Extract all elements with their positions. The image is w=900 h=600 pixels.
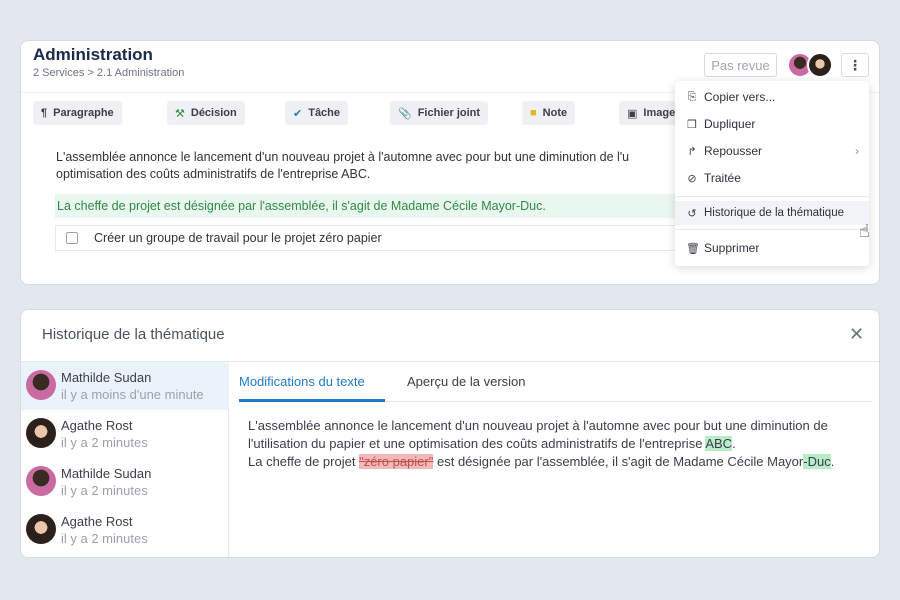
tab-text-changes[interactable]: Modifications du texte	[239, 374, 365, 389]
version-list: Mathilde Sudan il y a moins d'une minute…	[21, 362, 229, 557]
breadcrumb[interactable]: 2 Services > 2.1 Administration	[33, 67, 184, 79]
image-icon: ▣	[627, 107, 638, 120]
text-diff: L'assemblée annonce le lancement d'un no…	[248, 417, 868, 471]
more-options-button[interactable]: ⋮	[841, 53, 869, 77]
history-icon: ↺	[687, 207, 697, 220]
diff-insertion: ABC	[705, 436, 733, 451]
diff-paragraph: L'assemblée annonce le lancement d'un no…	[248, 418, 828, 451]
insert-note-button[interactable]: ■ Note	[522, 101, 576, 125]
decision-block[interactable]: La cheffe de projet est désignée par l'a…	[55, 194, 705, 218]
participants-avatars[interactable]	[787, 52, 835, 78]
trash-icon: 🗑	[686, 242, 700, 255]
menu-item-topic-history[interactable]: ↺ Historique de la thématique	[675, 201, 869, 225]
kebab-icon: ⋮	[848, 56, 862, 73]
avatar	[26, 370, 56, 400]
hand-cursor-icon: ☝	[859, 221, 870, 241]
note-icon: ■	[530, 107, 537, 119]
history-tabs: Modifications du texte Aperçu de la vers…	[239, 362, 873, 402]
version-item[interactable]: Mathilde Sudan il y a moins d'une minute	[21, 362, 229, 410]
close-icon[interactable]: ✕	[849, 324, 864, 345]
avatar	[807, 52, 833, 78]
check-icon: ✔	[293, 107, 303, 120]
menu-item-treated[interactable]: ⊘ Traitée	[675, 166, 869, 190]
task-checkbox[interactable]	[66, 232, 78, 244]
gavel-icon: ⚒	[175, 107, 185, 120]
insert-paragraph-button[interactable]: ¶ Paragraphe	[33, 101, 122, 125]
menu-item-delete[interactable]: 🗑 Supprimer	[675, 236, 869, 260]
context-menu: ⎘ Copier vers... ❐ Dupliquer ↱ Repousser › …	[675, 81, 869, 266]
active-tab-indicator	[239, 399, 385, 402]
check-circle-icon: ⊘	[687, 172, 697, 185]
insert-attachment-button[interactable]: 📎 Fichier joint	[390, 101, 489, 125]
avatar	[26, 466, 56, 496]
paragraph-block[interactable]: L'assemblée annonce le lancement d'un no…	[56, 149, 696, 183]
page-title: Administration	[33, 45, 153, 64]
history-panel: Historique de la thématique ✕ Mathilde S…	[20, 309, 880, 558]
diff-paragraph: La cheffe de projet "zéro papier" est dé…	[248, 454, 835, 469]
menu-item-copy-to[interactable]: ⎘ Copier vers...	[675, 85, 869, 109]
menu-divider	[675, 229, 869, 230]
duplicate-icon: ❐	[687, 118, 697, 131]
chevron-right-icon: ›	[855, 144, 859, 158]
task-label[interactable]: Créer un groupe de travail pour le proje…	[94, 231, 382, 245]
diff-insertion: -Duc	[803, 454, 831, 469]
version-item[interactable]: Agathe Rost il y a 2 minutes	[21, 410, 229, 458]
insert-decision-button[interactable]: ⚒ Décision	[167, 101, 245, 125]
share-icon: ↱	[687, 145, 697, 158]
version-item[interactable]: Agathe Rost il y a 2 minutes	[21, 506, 229, 554]
menu-item-duplicate[interactable]: ❐ Dupliquer	[675, 112, 869, 136]
diff-deletion: "zéro papier"	[359, 454, 434, 469]
paperclip-icon: 📎	[398, 107, 412, 120]
review-status-button[interactable]: Pas revue	[704, 53, 777, 77]
version-item[interactable]: Mathilde Sudan il y a 2 minutes	[21, 458, 229, 506]
copy-to-icon: ⎘	[687, 90, 697, 103]
avatar	[26, 514, 56, 544]
paragraph-icon: ¶	[41, 107, 48, 119]
avatar	[26, 418, 56, 448]
insert-image-button[interactable]: ▣ Image	[619, 101, 684, 125]
insert-task-button[interactable]: ✔ Tâche	[285, 101, 349, 125]
menu-divider	[675, 196, 869, 197]
history-title: Historique de la thématique	[42, 326, 225, 343]
task-block: Créer un groupe de travail pour le proje…	[55, 225, 705, 251]
tab-version-preview[interactable]: Aperçu de la version	[407, 374, 526, 389]
menu-item-postpone[interactable]: ↱ Repousser ›	[675, 139, 869, 163]
